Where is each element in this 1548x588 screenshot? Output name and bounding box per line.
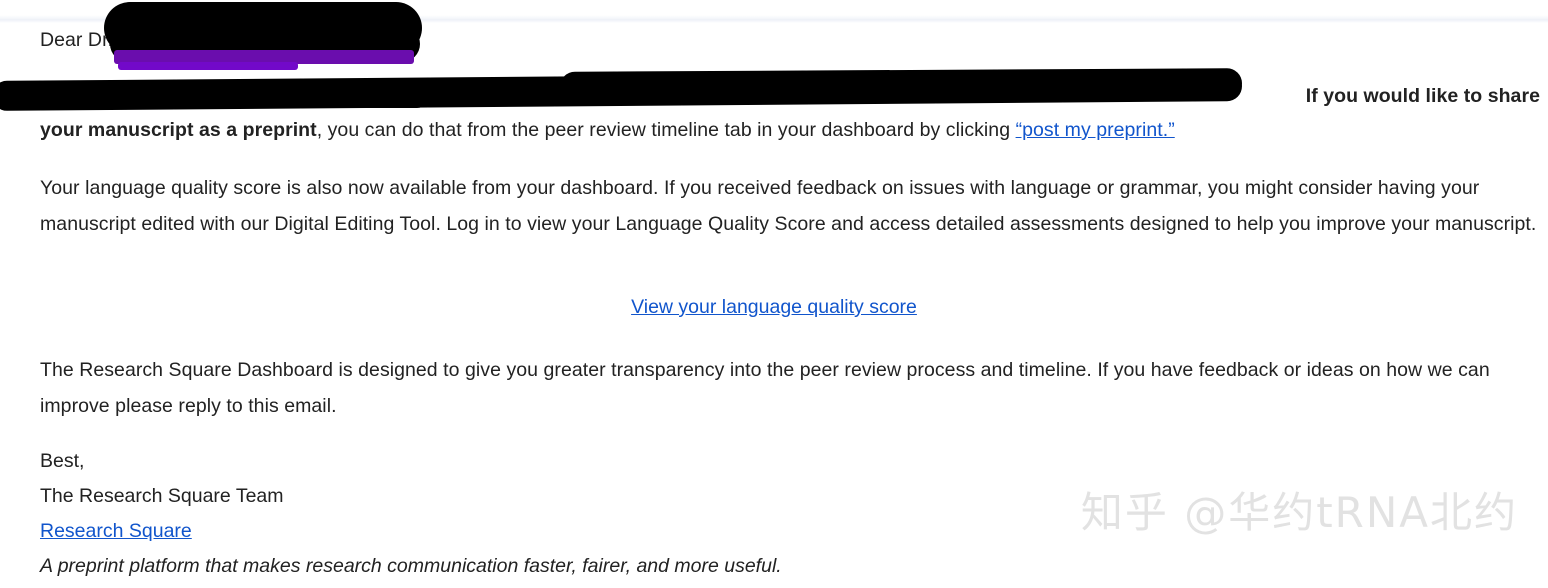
view-language-quality-score-link[interactable]: View your language quality score — [631, 296, 917, 318]
preprint-bold-continuation: your manuscript as a preprint — [40, 119, 317, 141]
greeting-text: Dear Dr. — [40, 29, 114, 51]
post-my-preprint-link[interactable]: “post my preprint.” — [1016, 119, 1175, 141]
cta-link-container: View your language quality score — [0, 296, 1548, 319]
research-square-link[interactable]: Research Square — [40, 520, 192, 542]
redaction-mark-line-3 — [0, 82, 430, 108]
signature-team: The Research Square Team — [40, 485, 284, 507]
signature-closing: Best, — [40, 450, 85, 472]
signature-link-row: Research Square — [40, 513, 192, 549]
redaction-mark-line-2 — [559, 68, 1243, 102]
language-quality-paragraph: Your language quality score is also now … — [40, 177, 1537, 235]
preprint-second-line: your manuscript as a preprint, you can d… — [40, 112, 1540, 148]
preprint-text-after-bold: , you can do that from the peer review t… — [316, 119, 1016, 141]
preprint-bold-lead-visible: If you would like to share — [1305, 85, 1540, 107]
dashboard-paragraph: The Research Square Dashboard is designe… — [40, 359, 1490, 417]
signature-tagline: A preprint platform that makes research … — [40, 555, 782, 577]
purple-highlight-band-2 — [118, 62, 298, 70]
